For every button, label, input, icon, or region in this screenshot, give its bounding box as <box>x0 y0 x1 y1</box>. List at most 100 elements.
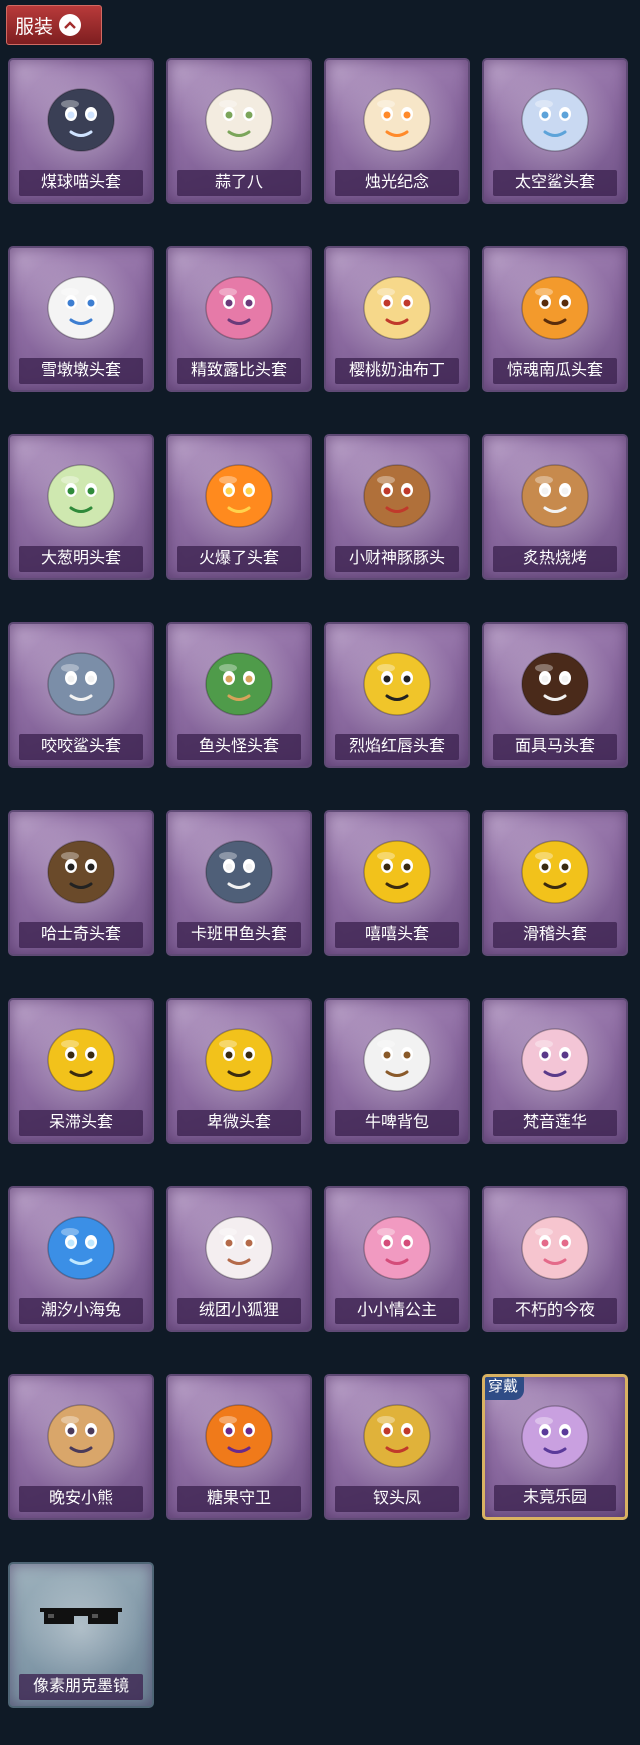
costume-name: 樱桃奶油布丁 <box>335 358 459 384</box>
humble-emoji-icon <box>194 1010 284 1100</box>
costume-name: 鱼头怪头套 <box>177 734 301 760</box>
pudding-head-icon <box>352 258 442 348</box>
pumpkin-head-icon <box>510 258 600 348</box>
costume-name: 烛光纪念 <box>335 170 459 196</box>
costume-name: 小小情公主 <box>335 1298 459 1324</box>
costume-card[interactable]: 烛光纪念 <box>324 58 470 204</box>
cake-fox-icon <box>510 1198 600 1288</box>
fire-head-icon <box>194 446 284 536</box>
pumpkin-scarecrow-icon <box>194 1386 284 1476</box>
costume-card[interactable]: 小财神豚豚头 <box>324 434 470 580</box>
costume-name: 滑稽头套 <box>493 922 617 948</box>
costume-card[interactable]: 面具马头套 <box>482 622 628 768</box>
costume-name: 哈士奇头套 <box>19 922 143 948</box>
costume-card[interactable]: 樱桃奶油布丁 <box>324 246 470 392</box>
costume-card[interactable]: 糖果守卫 <box>166 1374 312 1520</box>
costume-name: 不朽的今夜 <box>493 1298 617 1324</box>
costume-card[interactable]: 卑微头套 <box>166 998 312 1144</box>
beaver-head-icon <box>194 258 284 348</box>
princess-doll-icon <box>352 1198 442 1288</box>
costume-name: 未竟乐园 <box>494 1485 616 1511</box>
costume-card[interactable]: 小小情公主 <box>324 1186 470 1332</box>
costume-name: 炙热烧烤 <box>493 546 617 572</box>
costume-card[interactable]: 精致露比头套 <box>166 246 312 392</box>
bbq-head-icon <box>510 446 600 536</box>
cat-head-icon <box>36 70 126 160</box>
whale-head-icon <box>194 822 284 912</box>
costume-card[interactable]: 哈士奇头套 <box>8 810 154 956</box>
costume-card[interactable]: 惊魂南瓜头套 <box>482 246 628 392</box>
shark-head-icon <box>36 634 126 724</box>
phoenix-crown-icon <box>352 1386 442 1476</box>
costume-name: 嘻嘻头套 <box>335 922 459 948</box>
costume-name: 蒜了八 <box>177 170 301 196</box>
costume-name: 大葱明头套 <box>19 546 143 572</box>
costume-name: 糖果守卫 <box>177 1486 301 1512</box>
equipped-badge: 穿戴 <box>485 1377 524 1400</box>
costume-card[interactable]: 潮汐小海兔 <box>8 1186 154 1332</box>
fish-head-icon <box>194 634 284 724</box>
costume-card[interactable]: 未竟乐园 穿戴 <box>482 1374 628 1520</box>
costume-card[interactable]: 大葱明头套 <box>8 434 154 580</box>
costume-name: 潮汐小海兔 <box>19 1298 143 1324</box>
costume-card[interactable]: 像素朋克墨镜 <box>8 1562 154 1708</box>
lotus-doll-icon <box>510 1010 600 1100</box>
costume-card[interactable]: 煤球喵头套 <box>8 58 154 204</box>
bear-charm-icon <box>36 1386 126 1476</box>
costume-card[interactable]: 卡班甲鱼头套 <box>166 810 312 956</box>
sea-bunny-icon <box>36 1198 126 1288</box>
costume-name: 钗头凤 <box>335 1486 459 1512</box>
costume-card[interactable]: 雪墩墩头套 <box>8 246 154 392</box>
costume-name: 太空鲨头套 <box>493 170 617 196</box>
chevron-up-icon <box>59 14 82 36</box>
costume-name: 烈焰红唇头套 <box>335 734 459 760</box>
costume-name: 精致露比头套 <box>177 358 301 384</box>
snowman-head-icon <box>36 258 126 348</box>
costume-card[interactable]: 火爆了头套 <box>166 434 312 580</box>
costume-name: 像素朋克墨镜 <box>19 1674 143 1700</box>
capybara-head-icon <box>352 446 442 536</box>
costume-card[interactable]: 滑稽头套 <box>482 810 628 956</box>
costume-card[interactable]: 嘻嘻头套 <box>324 810 470 956</box>
costume-name: 卑微头套 <box>177 1110 301 1136</box>
cow-beer-backpack-icon <box>352 1010 442 1100</box>
costume-card[interactable]: 钗头凤 <box>324 1374 470 1520</box>
garlic-head-icon <box>194 70 284 160</box>
grin-emoji-icon <box>352 822 442 912</box>
costume-name: 晚安小熊 <box>19 1486 143 1512</box>
costume-name: 梵音莲华 <box>493 1110 617 1136</box>
costume-grid: 煤球喵头套 蒜了八 烛光纪念 太空鲨头套 雪墩墩头套 精致露比头套 樱桃奶油布丁… <box>8 58 632 1708</box>
costume-card[interactable]: 烈焰红唇头套 <box>324 622 470 768</box>
costume-name: 火爆了头套 <box>177 546 301 572</box>
costume-name: 牛啤背包 <box>335 1110 459 1136</box>
husky-head-icon <box>36 822 126 912</box>
costume-card[interactable]: 不朽的今夜 <box>482 1186 628 1332</box>
stare-emoji-icon <box>36 1010 126 1100</box>
costume-card[interactable]: 咬咬鲨头套 <box>8 622 154 768</box>
costume-card[interactable]: 呆滞头套 <box>8 998 154 1144</box>
costume-name: 惊魂南瓜头套 <box>493 358 617 384</box>
costume-name: 呆滞头套 <box>19 1110 143 1136</box>
costume-name: 卡班甲鱼头套 <box>177 922 301 948</box>
costume-card[interactable]: 蒜了八 <box>166 58 312 204</box>
costume-name: 雪墩墩头套 <box>19 358 143 384</box>
horse-head-icon <box>510 634 600 724</box>
space-shark-head-icon <box>510 70 600 160</box>
scallion-head-icon <box>36 446 126 536</box>
costume-name: 绒团小狐狸 <box>177 1298 301 1324</box>
costume-card[interactable]: 梵音莲华 <box>482 998 628 1144</box>
costume-name: 煤球喵头套 <box>19 170 143 196</box>
pikachu-head-icon <box>352 634 442 724</box>
costume-card[interactable]: 牛啤背包 <box>324 998 470 1144</box>
pixel-sunglasses-icon <box>36 1574 126 1664</box>
smile-emoji-icon <box>510 822 600 912</box>
costume-label: 服装 <box>15 16 54 38</box>
costume-card[interactable]: 太空鲨头套 <box>482 58 628 204</box>
candle-head-icon <box>352 70 442 160</box>
costume-card[interactable]: 绒团小狐狸 <box>166 1186 312 1332</box>
costume-card[interactable]: 鱼头怪头套 <box>166 622 312 768</box>
costume-card[interactable]: 晚安小熊 <box>8 1374 154 1520</box>
costume-card[interactable]: 炙热烧烤 <box>482 434 628 580</box>
costume-name: 面具马头套 <box>493 734 617 760</box>
costume-toggle-button[interactable]: 服装 <box>6 5 102 45</box>
